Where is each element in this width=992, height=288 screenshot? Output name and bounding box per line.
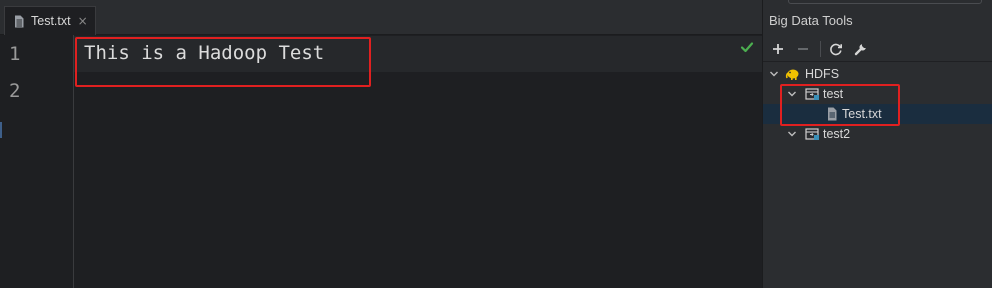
folder-icon [805,128,819,140]
panel-title: Big Data Tools [769,13,853,28]
hadoop-elephant-icon [785,69,799,80]
line-number: 1 [9,43,21,65]
editor-tab-bar: Test.txt × [0,0,762,35]
tree-node-test[interactable]: test [763,84,992,104]
tree-label-hdfs: HDFS [805,67,840,81]
tree-label-test-txt: Test.txt [842,107,882,121]
chevron-down-icon[interactable] [787,129,797,139]
panel-search-box[interactable] [788,0,982,4]
folder-icon [805,88,819,100]
refresh-button[interactable] [827,40,845,58]
close-icon[interactable]: × [78,15,88,27]
line-gutter: 1 2 [0,35,74,288]
tab-test-txt[interactable]: Test.txt × [4,6,96,35]
settings-button[interactable] [852,40,870,58]
tab-label: Test.txt [31,14,71,28]
wrench-icon [854,44,866,56]
file-icon [15,15,24,27]
line-number: 2 [9,80,21,102]
toolbar-separator [820,41,821,57]
panel-toolbar [763,36,992,62]
add-button[interactable] [769,40,787,58]
checkmark-icon[interactable] [740,40,754,54]
plus-icon [773,44,783,54]
tree-node-test2[interactable]: test2 [763,124,992,144]
remove-button[interactable] [794,40,812,58]
minus-icon [798,48,808,50]
tree-label-test: test [823,87,844,101]
chevron-down-icon[interactable] [769,69,779,79]
tree-node-test-txt[interactable]: Test.txt [763,104,992,124]
tree-node-hdfs[interactable]: HDFS [763,64,992,84]
refresh-icon [830,43,842,56]
gutter-marker [0,122,2,138]
chevron-down-icon[interactable] [787,89,797,99]
editor-area: Test.txt × 1 2 This is a Hadoop Test [0,0,762,288]
code-line-1[interactable]: This is a Hadoop Test [84,42,324,64]
file-icon [828,107,837,121]
tree-label-test2: test2 [823,127,851,141]
big-data-tools-panel: Big Data Tools HDFS test Test.txt test2 [762,0,992,288]
